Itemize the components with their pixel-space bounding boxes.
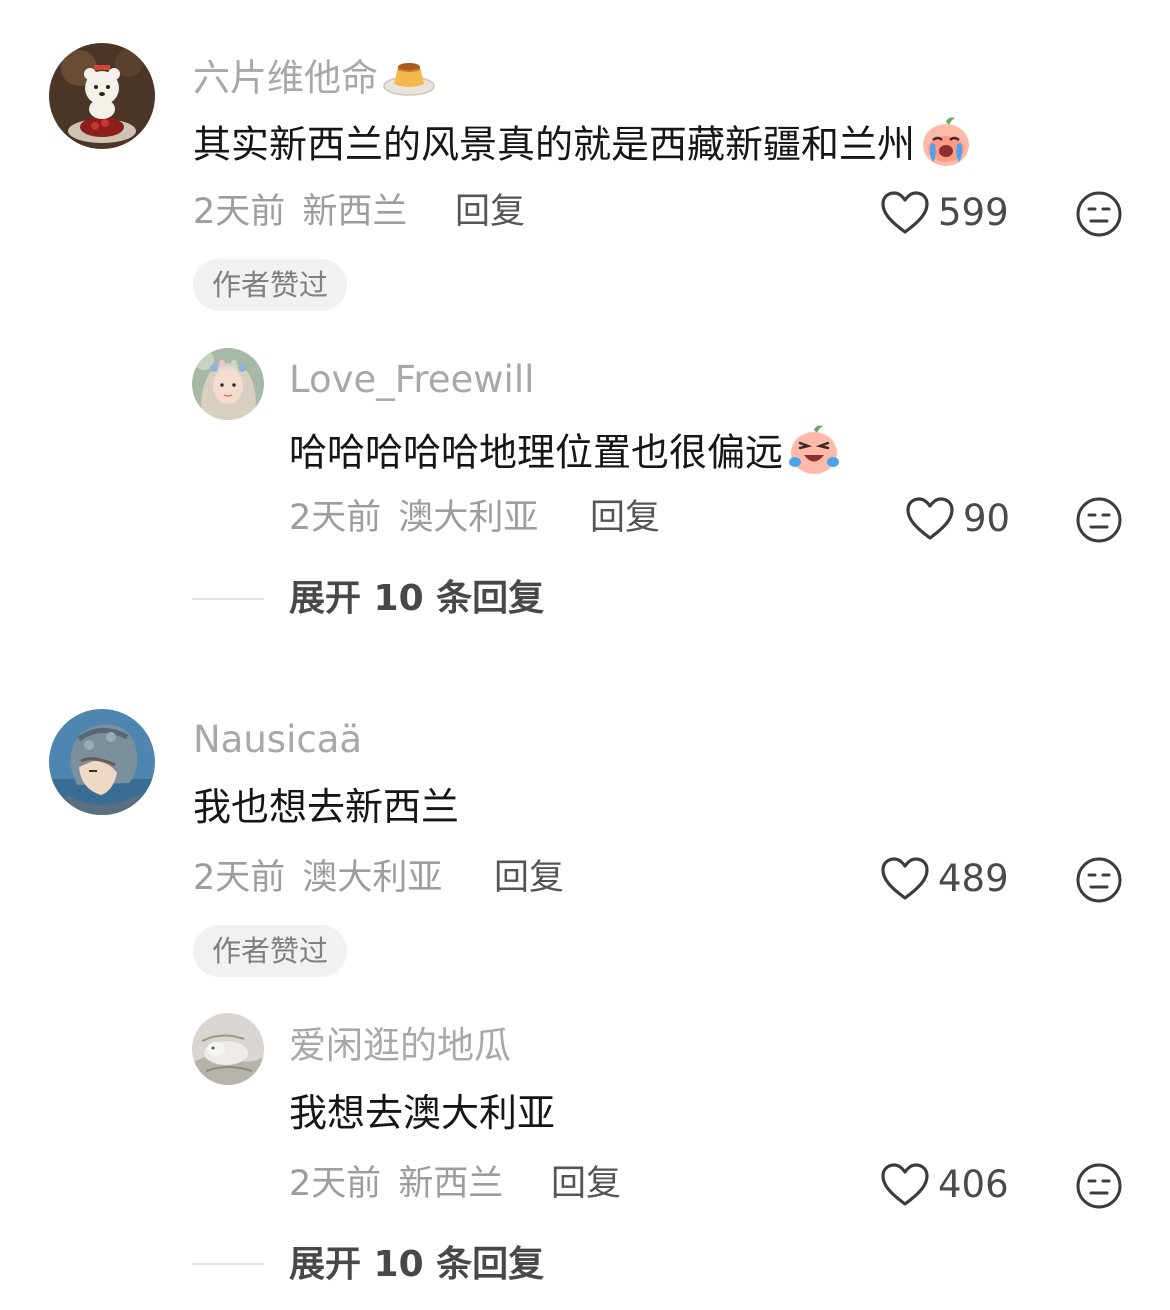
- reply-text: 哈哈哈哈哈地理位置也很偏远: [289, 424, 841, 486]
- heart-outline-icon: [881, 857, 929, 900]
- author-liked-badge: 作者赞过: [193, 925, 348, 977]
- reply-button[interactable]: 回复: [590, 497, 660, 539]
- expand-divider: [192, 598, 264, 600]
- author-liked-badge: 作者赞过: [193, 259, 348, 311]
- like-button[interactable]: 489: [880, 854, 1009, 904]
- reply-username[interactable]: 爱闲逛的地瓜: [289, 1024, 511, 1068]
- reply-location: 澳大利亚: [398, 498, 539, 538]
- laughing-peach-emoji: [787, 424, 841, 486]
- comment-meta: 2天前 新西兰: [193, 191, 407, 233]
- like-button[interactable]: 90: [905, 494, 1010, 544]
- reply-meta: 2天前 澳大利亚: [289, 497, 538, 539]
- avatar[interactable]: [49, 709, 155, 815]
- meh-face-icon: [1076, 191, 1122, 237]
- heart-outline-icon: [906, 497, 954, 540]
- avatar[interactable]: [192, 348, 264, 420]
- reply-text: 我想去澳大利亚: [289, 1091, 556, 1135]
- reply-time: 2天前: [289, 1164, 382, 1204]
- comment-location: 澳大利亚: [302, 858, 443, 898]
- like-count: 406: [938, 1163, 1009, 1206]
- heart-outline-icon: [881, 1163, 929, 1206]
- like-count: 90: [963, 497, 1011, 540]
- dislike-button[interactable]: [1075, 496, 1123, 544]
- expand-replies-button[interactable]: 展开 10 条回复: [289, 577, 544, 621]
- like-button[interactable]: 599: [880, 188, 1009, 238]
- comment-text: 其实新西兰的风景真的就是西藏新疆和兰州: [193, 116, 973, 178]
- comment-text: 我也想去新西兰: [193, 785, 460, 829]
- comment-username[interactable]: Nausicaä: [193, 718, 362, 762]
- comment-username[interactable]: 六片维他命: [193, 53, 436, 107]
- pudding-icon: [382, 53, 436, 107]
- crying-peach-emoji: [919, 116, 973, 178]
- meh-face-icon: [1076, 857, 1122, 903]
- reply-button[interactable]: 回复: [455, 191, 525, 233]
- reply-username[interactable]: Love_Freewill: [289, 358, 534, 402]
- reply-button[interactable]: 回复: [494, 857, 564, 899]
- like-button[interactable]: 406: [880, 1160, 1009, 1210]
- like-count: 489: [938, 857, 1009, 900]
- dislike-button[interactable]: [1075, 1162, 1123, 1210]
- meh-face-icon: [1076, 497, 1122, 543]
- heart-outline-icon: [881, 191, 929, 234]
- reply-location: 新西兰: [398, 1164, 504, 1204]
- comment-time: 2天前: [193, 192, 286, 232]
- reply-meta: 2天前 新西兰: [289, 1163, 503, 1205]
- reply-time: 2天前: [289, 498, 382, 538]
- meh-face-icon: [1076, 1163, 1122, 1209]
- avatar[interactable]: [49, 43, 155, 149]
- dislike-button[interactable]: [1075, 856, 1123, 904]
- like-count: 599: [938, 191, 1009, 234]
- comment-meta: 2天前 澳大利亚: [193, 857, 442, 899]
- avatar[interactable]: [192, 1013, 264, 1085]
- expand-divider: [192, 1263, 264, 1265]
- comment-location: 新西兰: [302, 192, 408, 232]
- reply-button[interactable]: 回复: [551, 1163, 621, 1205]
- expand-replies-button[interactable]: 展开 10 条回复: [289, 1243, 544, 1287]
- comment-time: 2天前: [193, 858, 286, 898]
- dislike-button[interactable]: [1075, 190, 1123, 238]
